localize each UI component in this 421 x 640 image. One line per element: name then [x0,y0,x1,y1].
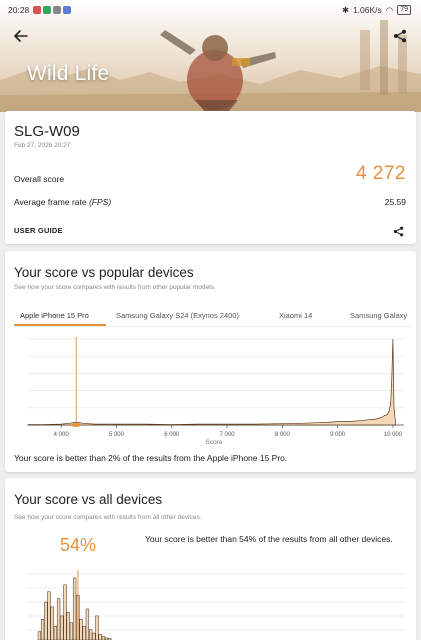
popular-devices-subtitle: See how your score compares with results… [14,284,216,291]
back-button[interactable] [10,25,32,47]
wifi-icon: ◠ [385,4,394,15]
tab-samsung-galaxy-s24[interactable]: Samsung Galaxy S24 (Exynos 2400) [116,311,239,320]
benchmark-title: Wild Life [27,62,110,85]
distribution-bar [82,625,86,640]
share-icon [393,226,403,236]
status-bar: 20:28 ✱ 1.06K/s ◠ 79 [0,0,421,20]
x-tick-label: 6 000 [164,432,180,438]
x-tick-label: 8 000 [275,432,291,438]
bluetooth-icon: ✱ [341,4,349,15]
clock: 20:28 [8,5,30,15]
distribution-bar [40,619,45,640]
result-share-button[interactable] [390,223,406,239]
distribution-bar [88,629,93,640]
user-guide-link[interactable]: USER GUIDE [14,226,63,235]
x-axis-label: Score [206,439,223,446]
overall-score-value: 4 272 [355,163,406,184]
device-name: SLG-W09 [14,123,80,140]
distribution-bar [50,606,54,640]
fps-unit: (FPS) [88,197,112,207]
battery-icon: 79 [397,5,411,15]
device-tabs: Apple iPhone 15 Pro Samsung Galaxy S24 (… [14,305,410,327]
app-notification-icon [33,6,42,14]
distribution-bar [63,584,67,640]
all-devices-title: Your score vs all devices [14,492,163,507]
popular-devices-title: Your score vs popular devices [14,265,194,280]
x-tick-label: 9 000 [330,432,346,438]
result-card: SLG-W09 Feb 27, 2026 20:27 Overall score… [5,111,416,244]
share-button[interactable] [389,25,411,47]
distribution-bar [69,622,74,640]
popular-distribution-chart: 4 000 5 000 6 000 7 000 8 000 9 000 10 000 Scor… [27,337,404,446]
distribution-bar [92,632,96,640]
distribution-bar [85,608,90,640]
distribution-bar [56,598,61,640]
fps-label: Average frame rate (FPS) [14,197,111,207]
status-right: ✱ 1.06K/s ◠ 79 [342,5,411,16]
distribution-bar [79,619,83,640]
distribution-bar [60,615,64,640]
tab-apple-iphone-15-pro[interactable]: Apple iPhone 15 Pro [20,311,89,320]
fps-value: 25.59 [384,197,406,207]
distribution-bar [95,615,99,640]
status-left: 20:28 [8,5,72,15]
x-tick-label: 7 000 [220,432,236,438]
popular-better-than-text: Your score is better than 2% of the resu… [14,453,288,463]
percentile-value: 54% [60,535,97,555]
x-tick-label: 4 000 [54,432,70,438]
hero-toolbar [0,24,421,48]
app-notification-icon [63,6,72,14]
all-devices-subtitle: See how your score compares with results… [14,514,202,521]
all-devices-distribution-chart [28,570,404,640]
all-devices-card: Your score vs all devices See how your s… [5,478,416,640]
x-tick-label: 10 000 [384,432,403,438]
overall-score-label: Overall score [14,174,65,184]
back-arrow-icon [14,30,28,42]
share-icon [394,29,406,43]
app-notification-icon [43,6,52,14]
distribution-bar [72,577,77,640]
network-speed: 1.06K/s [352,5,382,15]
tab-samsung-galaxy[interactable]: Samsung Galaxy [350,311,407,320]
fps-label-text: Average frame rate [14,197,89,207]
active-tab-indicator [14,324,106,326]
distribution-bar [37,631,42,640]
distribution-bar [66,612,70,640]
distribution-bar [44,601,48,640]
app-notification-icon [53,6,62,14]
x-tick-label: 5 000 [109,432,125,438]
popular-devices-card: Your score vs popular devices See how yo… [5,251,416,472]
tab-xiaomi-14[interactable]: Xiaomi 14 [279,311,312,320]
test-date: Feb 27, 2026 20:27 [14,142,71,149]
notification-icons [33,6,72,14]
your-score-dot [71,423,82,427]
distribution-bar [98,634,102,640]
distribution-bar [47,591,51,640]
distribution-bar [101,636,106,640]
all-devices-better-than-text: Your score is better than 54% of the res… [145,534,393,544]
distribution-area [27,338,397,426]
distribution-bar [53,625,58,640]
